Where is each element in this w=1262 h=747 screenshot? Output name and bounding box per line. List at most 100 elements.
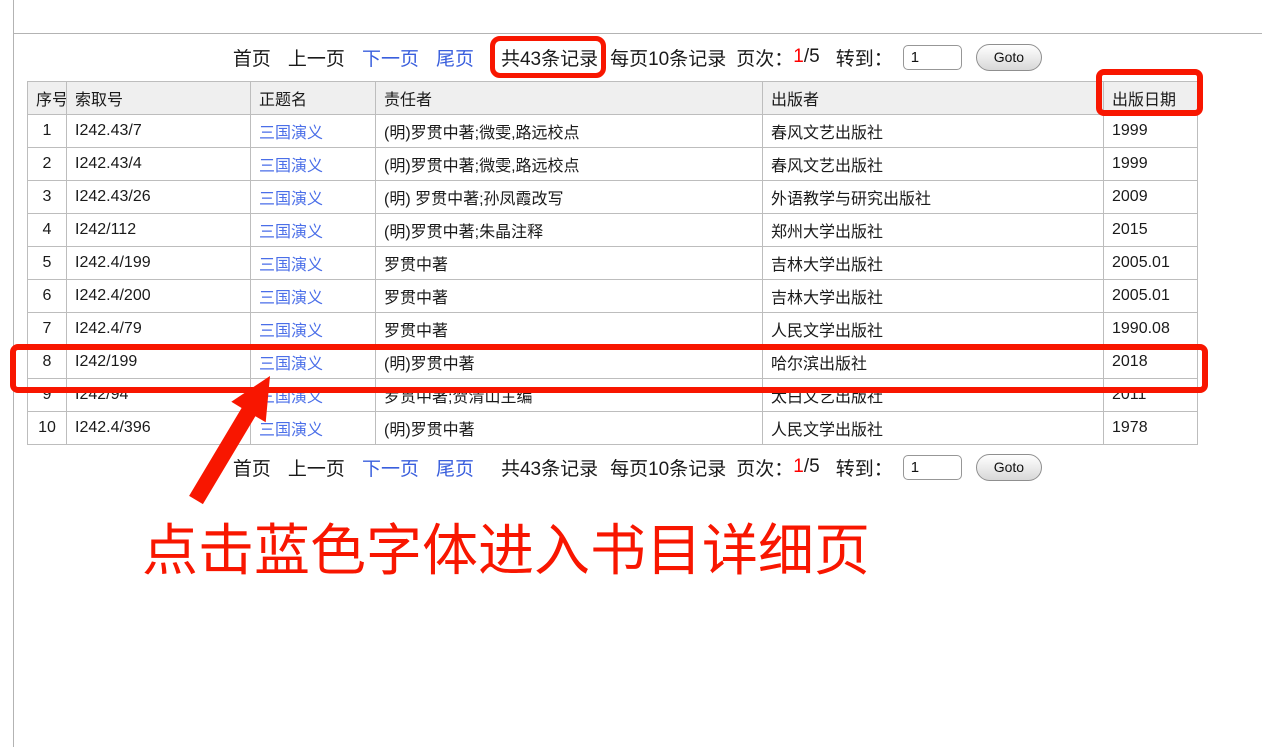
title-cell: 三国演义 [251, 247, 376, 280]
publisher-cell: 春风文艺出版社 [763, 148, 1104, 181]
title-cell: 三国演义 [251, 379, 376, 412]
call-number-cell: I242/112 [67, 214, 251, 247]
page-index-label: 页次： [736, 44, 793, 71]
last-page-link[interactable]: 尾页 [436, 454, 474, 481]
publisher-cell: 外语教学与研究出版社 [763, 181, 1104, 214]
row-number-cell: 3 [28, 181, 67, 214]
title-cell: 三国演义 [251, 115, 376, 148]
current-page-number: 1 [793, 46, 804, 68]
table-row: 2I242.43/4三国演义(明)罗贯中著;微雯,路远校点春风文艺出版社1999 [28, 148, 1198, 181]
row-number-cell: 10 [28, 412, 67, 445]
table-row: 6I242.4/200三国演义罗贯中著吉林大学出版社2005.01 [28, 280, 1198, 313]
page-index-label: 页次： [736, 454, 793, 481]
last-page-link[interactable]: 尾页 [436, 44, 474, 71]
publisher-cell: 春风文艺出版社 [763, 115, 1104, 148]
title-cell: 三国演义 [251, 181, 376, 214]
book-title-link[interactable]: 三国演义 [259, 356, 323, 373]
row-number-cell: 7 [28, 313, 67, 346]
book-title-link[interactable]: 三国演义 [259, 125, 323, 142]
call-number-cell: I242/199 [67, 346, 251, 379]
total-pages-suffix: /5 [804, 46, 820, 68]
title-cell: 三国演义 [251, 280, 376, 313]
title-cell: 三国演义 [251, 214, 376, 247]
total-records-count: 共43条记录 [501, 454, 598, 481]
publisher-cell: 吉林大学出版社 [763, 247, 1104, 280]
table-row: 7I242.4/79 三国演义 罗贯中著人民文学出版社1990.08 [28, 313, 1198, 346]
pagination-top: 首页 上一页 下一页 尾页 共43条记录 每页10条记录 页次： 1 /5 转到… [13, 38, 1262, 76]
prev-page-link[interactable]: 上一页 [288, 454, 345, 481]
pagination-bottom: 首页 上一页 下一页 尾页 共43条记录 每页10条记录 页次： 1 /5 转到… [13, 448, 1262, 486]
records-per-page-text: 每页10条记录 [610, 454, 726, 481]
table-row: 4I242/112三国演义(明)罗贯中著;朱晶注释郑州大学出版社2015 [28, 214, 1198, 247]
author-cell: 罗贯中著 [376, 313, 763, 346]
author-cell: (明)罗贯中著;朱晶注释 [376, 214, 763, 247]
book-title-link[interactable]: 三国演义 [259, 389, 323, 406]
author-cell: 罗贯中著 [376, 280, 763, 313]
next-page-link[interactable]: 下一页 [362, 454, 419, 481]
total-records-text: 共43条记录 [501, 459, 598, 480]
table-row: 9I242/94三国演义罗贯中著;贺清山主编太白文艺出版社2011 [28, 379, 1198, 412]
pub-date-cell: 1999 [1104, 115, 1198, 148]
title-cell: 三国演义 [251, 313, 376, 346]
call-number-cell: I242.4/79 [67, 313, 251, 346]
total-pages-suffix: /5 [804, 456, 820, 478]
pub-date-cell: 1978 [1104, 412, 1198, 445]
book-title-link[interactable]: 三国演义 [259, 158, 323, 175]
title-cell: 三国演义 [251, 412, 376, 445]
author-cell: (明)罗贯中著;微雯,路远校点 [376, 148, 763, 181]
library-catalog-results-page: 首页 上一页 下一页 尾页 共43条记录 每页10条记录 页次： 1 /5 转到… [0, 0, 1262, 747]
call-number-cell: I242.4/396 [67, 412, 251, 445]
book-title-link[interactable]: 三国演义 [259, 422, 323, 439]
author-cell: (明)罗贯中著;微雯,路远校点 [376, 115, 763, 148]
book-title-link[interactable]: 三国演义 [259, 323, 323, 340]
title-cell: 三国演义 [251, 346, 376, 379]
goto-button[interactable]: Goto [976, 454, 1042, 481]
call-number-cell: I242.43/4 [67, 148, 251, 181]
total-records-text: 共43条记录 [501, 49, 598, 70]
prev-page-link[interactable]: 上一页 [288, 44, 345, 71]
table-row: 1I242.43/7三国演义(明)罗贯中著;微雯,路远校点春风文艺出版社1999 [28, 115, 1198, 148]
pub-date-cell: 2009 [1104, 181, 1198, 214]
publisher-cell: 人民文学出版社 [763, 412, 1104, 445]
next-page-link[interactable]: 下一页 [362, 44, 419, 71]
search-results-table: 序号 索取号 正题名 责任者 出版者 出版日期 1I242.43/7三国演义(明… [27, 81, 1198, 445]
goto-page-input[interactable] [903, 455, 962, 480]
table-header-row: 序号 索取号 正题名 责任者 出版者 出版日期 [28, 82, 1198, 115]
first-page-link[interactable]: 首页 [233, 44, 271, 71]
row-number-cell: 8 [28, 346, 67, 379]
call-number-cell: I242/94 [67, 379, 251, 412]
table-row: 8I242/199三国演义(明)罗贯中著哈尔滨出版社2018 [28, 346, 1198, 379]
pub-date-cell: 1990.08 [1104, 313, 1198, 346]
row-number-cell: 9 [28, 379, 67, 412]
goto-page-input[interactable] [903, 45, 962, 70]
publisher-cell: 人民文学出版社 [763, 313, 1104, 346]
author-cell: 罗贯中著;贺清山主编 [376, 379, 763, 412]
col-header-publisher: 出版者 [763, 82, 1104, 115]
author-cell: (明)罗贯中著 [376, 412, 763, 445]
row-number-cell: 4 [28, 214, 67, 247]
annotation-note-text: 点击蓝色字体进入书目详细页 [142, 506, 870, 587]
col-header-seq: 序号 [28, 82, 67, 115]
book-title-link[interactable]: 三国演义 [259, 257, 323, 274]
pub-date-cell: 2011 [1104, 379, 1198, 412]
goto-page-label: 转到： [836, 454, 893, 481]
total-records-count: 共43条记录 [501, 44, 598, 71]
col-header-author: 责任者 [376, 82, 763, 115]
call-number-cell: I242.43/26 [67, 181, 251, 214]
left-frame-divider [13, 0, 14, 747]
author-cell: (明) 罗贯中著;孙凤霞改写 [376, 181, 763, 214]
book-title-link[interactable]: 三国演义 [259, 191, 323, 208]
book-title-link[interactable]: 三国演义 [259, 290, 323, 307]
goto-button[interactable]: Goto [976, 44, 1042, 71]
table-row: 5I242.4/199三国演义罗贯中著吉林大学出版社2005.01 [28, 247, 1198, 280]
goto-page-label: 转到： [836, 44, 893, 71]
publisher-cell: 哈尔滨出版社 [763, 346, 1104, 379]
book-title-link[interactable]: 三国演义 [259, 224, 323, 241]
pub-date-cell: 2015 [1104, 214, 1198, 247]
row-number-cell: 1 [28, 115, 67, 148]
row-number-cell: 6 [28, 280, 67, 313]
table-row: 10I242.4/396 三国演义 (明)罗贯中著人民文学出版社1978 [28, 412, 1198, 445]
publisher-cell: 吉林大学出版社 [763, 280, 1104, 313]
row-number-cell: 5 [28, 247, 67, 280]
first-page-link[interactable]: 首页 [233, 454, 271, 481]
